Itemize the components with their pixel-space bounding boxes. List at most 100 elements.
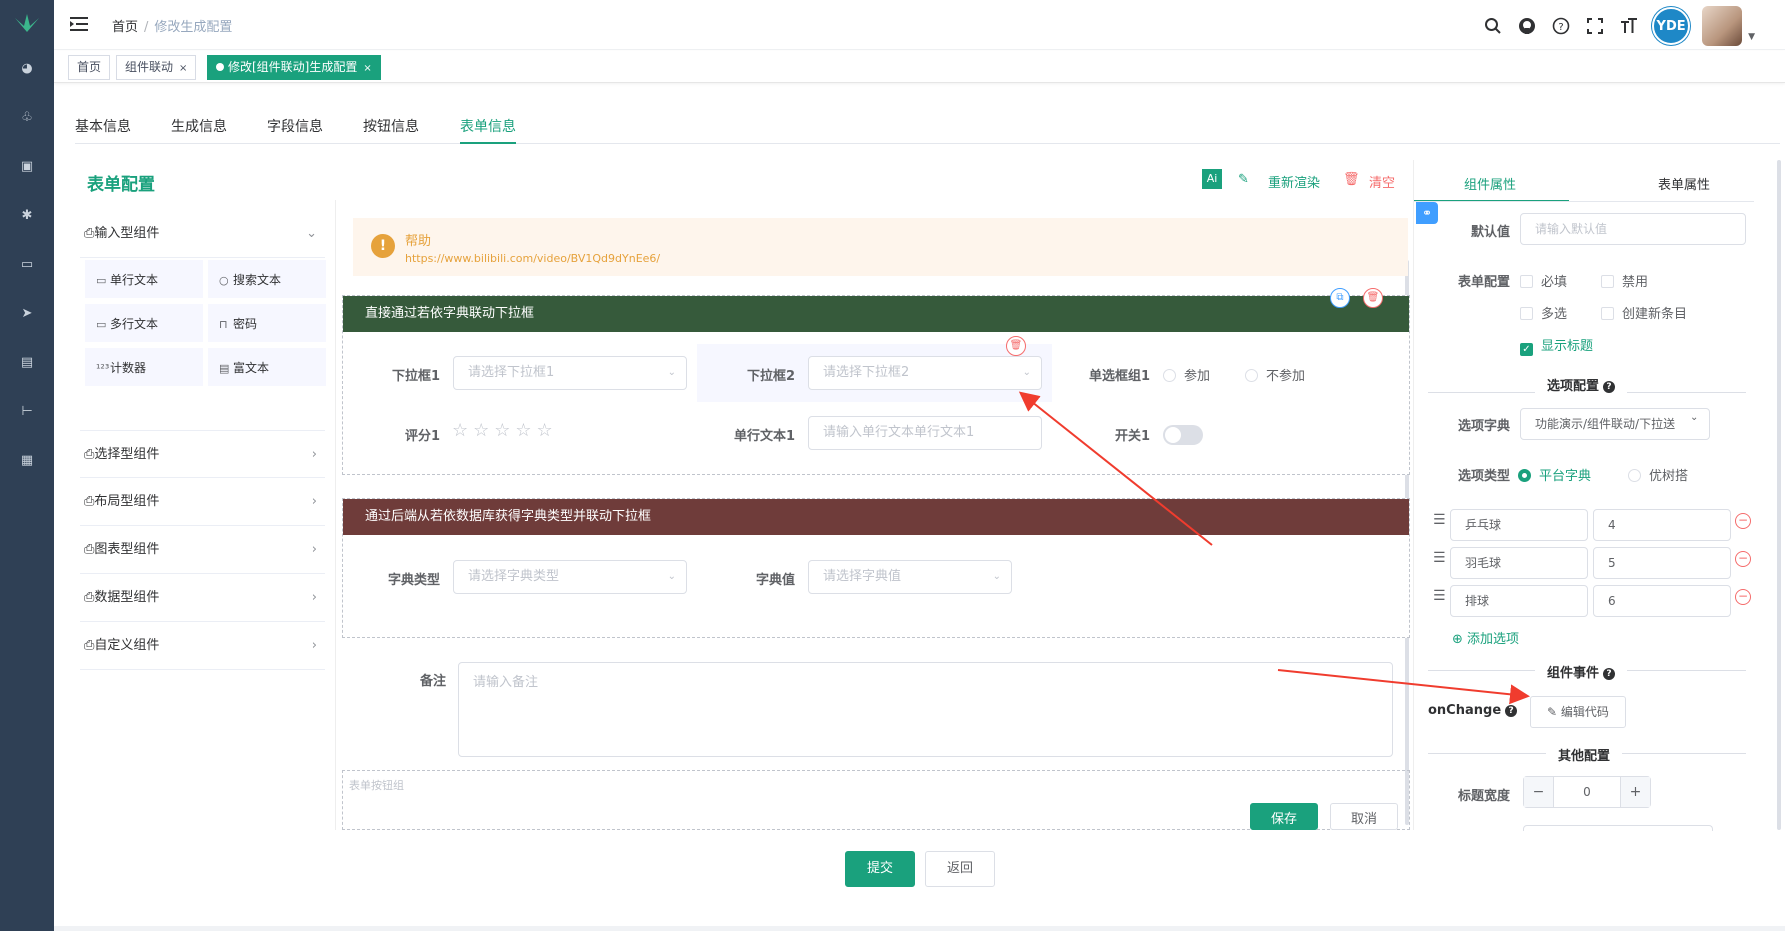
back-button[interactable]: 返回 bbox=[925, 851, 995, 887]
monitor-icon[interactable]: ▣ bbox=[19, 159, 35, 175]
checkbox-multiple[interactable]: 多选 bbox=[1520, 303, 1567, 322]
tab-button-info[interactable]: 按钮信息 bbox=[363, 116, 419, 136]
category-input[interactable]: ⎙输入型组件 ⌄ bbox=[80, 210, 325, 258]
option-value-input[interactable]: 4 bbox=[1593, 509, 1731, 541]
radio-platform-dict[interactable]: 平台字典 bbox=[1518, 465, 1591, 484]
dict-type-select[interactable]: 请选择字典类型 ⌄ bbox=[453, 560, 687, 594]
edit-code-button[interactable]: ✎ 编辑代码 bbox=[1530, 696, 1626, 728]
drag-handle-icon[interactable]: ☰ bbox=[1433, 550, 1446, 566]
tab-form-info[interactable]: 表单信息 bbox=[460, 116, 516, 136]
remove-option-icon[interactable]: − bbox=[1735, 551, 1751, 567]
switch-toggle[interactable] bbox=[1163, 425, 1203, 445]
component-textarea[interactable]: ▭ 多行文本 bbox=[85, 304, 203, 342]
help-icon[interactable]: ? bbox=[1603, 381, 1616, 393]
tab-form-props[interactable]: 表单属性 bbox=[1658, 174, 1710, 193]
delete-icon[interactable]: 🗑 bbox=[1006, 336, 1026, 356]
drag-handle-icon[interactable]: ☰ bbox=[1433, 588, 1446, 604]
add-option-button[interactable]: ⊕ 添加选项 bbox=[1452, 628, 1519, 647]
breadcrumb: 首页 / 修改生成配置 bbox=[112, 16, 232, 35]
search-icon[interactable] bbox=[1482, 15, 1504, 37]
radio-option-attend[interactable]: 参加 bbox=[1163, 365, 1210, 384]
select2-input[interactable]: 请选择下拉框2 ⌄ bbox=[808, 356, 1042, 390]
option-label-input[interactable]: 乒乓球 bbox=[1450, 509, 1588, 541]
fullscreen-icon[interactable] bbox=[1584, 15, 1606, 37]
option-value-input[interactable]: 6 bbox=[1593, 585, 1731, 617]
link-icon[interactable]: ⚭ bbox=[1416, 202, 1438, 224]
stepper-value[interactable]: 0 bbox=[1554, 777, 1620, 807]
panel-scrollbar[interactable] bbox=[1777, 160, 1781, 830]
breadcrumb-home[interactable]: 首页 bbox=[112, 20, 138, 35]
clear-button[interactable]: 清空 bbox=[1369, 172, 1395, 191]
checkbox-create-new[interactable]: 创建新条目 bbox=[1601, 303, 1687, 322]
tab-gen-info[interactable]: 生成信息 bbox=[171, 116, 227, 136]
text1-input[interactable]: 请输入单行文本单行文本1 bbox=[808, 416, 1042, 450]
send-icon[interactable]: ➤ bbox=[19, 306, 35, 322]
dashboard-icon[interactable]: ◕ bbox=[19, 61, 35, 77]
component-password[interactable]: ⊓ 密码 bbox=[208, 304, 326, 342]
briefcase-icon[interactable]: ▤ bbox=[19, 355, 35, 371]
help-link[interactable]: https://www.bilibili.com/video/BV1Qd9dYn… bbox=[405, 252, 660, 265]
option-label-input[interactable]: 排球 bbox=[1450, 585, 1588, 617]
default-value-input[interactable]: 请输入默认值 bbox=[1520, 213, 1746, 245]
drag-handle-icon[interactable]: ☰ bbox=[1433, 512, 1446, 528]
component-counter[interactable]: ¹²³计数器 bbox=[85, 348, 203, 386]
increment-button[interactable]: + bbox=[1620, 777, 1650, 807]
decrement-button[interactable]: − bbox=[1524, 777, 1554, 807]
tag-home[interactable]: 首页 bbox=[68, 55, 111, 80]
plant-icon[interactable]: ♧ bbox=[19, 110, 35, 126]
save-button[interactable]: 保存 bbox=[1250, 803, 1318, 830]
option-label-input[interactable]: 羽毛球 bbox=[1450, 547, 1588, 579]
radio-option-absent[interactable]: 不参加 bbox=[1245, 365, 1305, 384]
checkbox-required[interactable]: 必填 bbox=[1520, 271, 1567, 290]
option-dict-select[interactable]: 功能演示/组件联动/下拉送 bbox=[1520, 408, 1710, 440]
submit-button[interactable]: 提交 bbox=[845, 851, 915, 887]
tag-edit-config[interactable]: 修改[组件联动]生成配置 × bbox=[207, 55, 381, 80]
tag-component-linkage[interactable]: 组件联动 × bbox=[116, 55, 197, 80]
remove-option-icon[interactable]: − bbox=[1735, 513, 1751, 529]
tree-icon[interactable]: ⊢ bbox=[19, 404, 35, 420]
category-chart[interactable]: ⎙图表型组件 › bbox=[80, 526, 325, 574]
document-icon[interactable]: ▦ bbox=[19, 453, 35, 469]
other-section-title: 其他配置 bbox=[1546, 745, 1623, 764]
avatar[interactable] bbox=[1702, 6, 1743, 46]
remark-textarea[interactable]: 请输入备注 bbox=[458, 662, 1393, 757]
screen-icon[interactable]: ▭ bbox=[19, 257, 35, 273]
help-icon[interactable]: ? bbox=[1550, 15, 1572, 37]
font-size-icon[interactable] bbox=[1618, 15, 1640, 37]
delete-icon[interactable]: 🗑 bbox=[1363, 288, 1383, 308]
category-select[interactable]: ⎙选择型组件 › bbox=[80, 430, 325, 478]
category-data[interactable]: ⎙数据型组件 › bbox=[80, 574, 325, 622]
chevron-down-icon[interactable]: ▼ bbox=[1748, 32, 1755, 42]
cancel-button[interactable]: 取消 bbox=[1330, 803, 1398, 830]
copy-icon[interactable]: ⧉ bbox=[1330, 288, 1350, 308]
tab-field-info[interactable]: 字段信息 bbox=[267, 116, 323, 136]
select1-input[interactable]: 请选择下拉框1 ⌄ bbox=[453, 356, 687, 390]
dict-value-select[interactable]: 请选择字典值 ⌄ bbox=[808, 560, 1012, 594]
tab-component-props[interactable]: 组件属性 bbox=[1464, 174, 1516, 193]
component-rich-text[interactable]: ▤ 富文本 bbox=[208, 348, 326, 386]
option-value-input[interactable]: 5 bbox=[1593, 547, 1731, 579]
checkbox-disabled[interactable]: 禁用 bbox=[1601, 271, 1648, 290]
title-width-stepper[interactable]: − 0 + bbox=[1523, 776, 1651, 808]
close-icon[interactable]: × bbox=[363, 63, 371, 74]
category-layout[interactable]: ⎙布局型组件 › bbox=[80, 478, 325, 526]
component-search-text[interactable]: ○ 搜索文本 bbox=[208, 260, 326, 298]
radio-tree[interactable]: 优树搭 bbox=[1628, 465, 1688, 484]
partial-input[interactable] bbox=[1523, 825, 1713, 831]
category-custom[interactable]: ⎙自定义组件 › bbox=[80, 622, 325, 670]
help-icon[interactable]: ? bbox=[1603, 668, 1616, 680]
rating-stars[interactable]: ☆☆☆☆☆ bbox=[452, 420, 558, 441]
help-alert: ! 帮助 https://www.bilibili.com/video/BV1Q… bbox=[353, 218, 1408, 276]
ai-button[interactable]: Ai bbox=[1202, 169, 1222, 189]
rerender-button[interactable]: 重新渲染 bbox=[1268, 172, 1320, 191]
menu-toggle-icon[interactable] bbox=[70, 15, 88, 33]
checkbox-show-title[interactable]: ✓ 显示标题 bbox=[1520, 335, 1593, 356]
close-icon[interactable]: × bbox=[179, 63, 187, 74]
help-icon[interactable]: ? bbox=[1505, 705, 1518, 717]
gear-icon[interactable]: ✱ bbox=[19, 208, 35, 224]
tab-basic-info[interactable]: 基本信息 bbox=[75, 116, 131, 136]
remove-option-icon[interactable]: − bbox=[1735, 589, 1751, 605]
github-icon[interactable] bbox=[1516, 15, 1538, 37]
radio-text: 优树搭 bbox=[1649, 469, 1689, 484]
component-single-text[interactable]: ▭ 单行文本 bbox=[85, 260, 203, 298]
